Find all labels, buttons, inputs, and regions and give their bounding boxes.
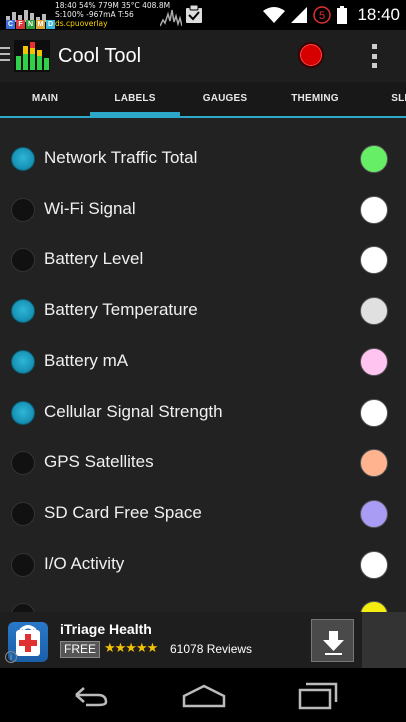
overlay-letter: N <box>26 20 35 29</box>
list-item-label: Network Traffic Total <box>44 148 198 167</box>
home-icon[interactable] <box>180 678 228 712</box>
record-button[interactable] <box>298 42 324 68</box>
color-swatch[interactable] <box>360 297 388 326</box>
action-bar: Cool Tool <box>0 30 406 82</box>
ad-rating-stars: ★★★★★ <box>104 640 158 655</box>
list-item[interactable]: Battery Temperature <box>0 286 406 337</box>
tab-theming[interactable]: THEMING <box>270 82 360 116</box>
color-swatch[interactable] <box>360 347 388 376</box>
tab-slid[interactable]: SLID <box>358 82 406 116</box>
download-arrow-icon <box>323 631 344 655</box>
equalizer-icon[interactable] <box>14 40 50 72</box>
enable-toggle-radio[interactable] <box>11 147 35 171</box>
download-button[interactable] <box>311 619 354 662</box>
list-item[interactable]: I/O Activity <box>0 540 406 591</box>
enable-toggle-radio[interactable] <box>11 197 35 222</box>
tab-gauges[interactable]: GAUGES <box>180 82 270 116</box>
notification-badge-count: 5 <box>319 10 325 22</box>
activity-graph-icon <box>160 9 182 27</box>
app-title: Cool Tool <box>58 45 142 67</box>
color-swatch[interactable] <box>360 195 388 224</box>
status-clock: 18:40 <box>357 5 400 24</box>
list-item[interactable]: Wi-Fi Signal <box>0 185 406 236</box>
overlay-letter: M <box>36 20 45 29</box>
enable-toggle-radio[interactable] <box>11 400 35 425</box>
list-item[interactable]: Battery mA <box>0 337 406 388</box>
back-icon[interactable] <box>66 678 114 712</box>
wifi-icon <box>263 7 286 23</box>
list-item[interactable]: GPS Satellites <box>0 438 406 489</box>
list-item[interactable]: Cellular Signal Strength <box>0 388 406 439</box>
enable-toggle-radio[interactable] <box>11 451 35 476</box>
enable-toggle-radio[interactable] <box>11 299 35 324</box>
tab-bar: MAINLABELSGAUGESTHEMINGSLID <box>0 82 406 118</box>
overlay-indicator-letters: CFNMD <box>6 20 55 29</box>
color-swatch[interactable] <box>360 145 388 173</box>
list-item-label: Cellular Signal Strength <box>44 401 223 421</box>
status-bar: CFNMD 18:40 54% 779M 35°C 408.8M S:100% … <box>0 0 406 30</box>
ad-price-badge: FREE <box>60 641 101 658</box>
cpu-overlay-line-1: 18:40 54% 779M 35°C 408.8M <box>55 1 171 10</box>
list-item-label: Battery Temperature <box>44 300 198 320</box>
list-item-label: SD Card Free Space <box>44 502 202 522</box>
list-item[interactable]: Network Traffic Total <box>0 134 406 185</box>
cpu-overlay-line-3: ds.cpuoverlay <box>55 19 108 28</box>
ad-info-icon[interactable]: i <box>5 651 17 663</box>
recents-icon[interactable] <box>294 678 342 712</box>
clipboard-check-icon <box>186 4 202 23</box>
overlay-letter: D <box>46 20 55 29</box>
color-swatch[interactable] <box>360 246 388 275</box>
list-item-label: Battery Level <box>44 249 144 269</box>
battery-icon <box>337 6 348 24</box>
cpu-overlay-readout: 18:40 54% 779M 35°C 408.8M S:100% -967mA… <box>55 1 170 28</box>
ad-title: iTriage Health <box>60 621 152 637</box>
list-item[interactable]: SD Card Free Space <box>0 489 406 540</box>
cpu-overlay-line-2: S:100% -967mA T:56 <box>55 10 134 19</box>
cell-signal-icon <box>291 7 308 23</box>
enable-toggle-radio[interactable] <box>11 501 35 526</box>
list-item-label: GPS Satellites <box>44 452 154 472</box>
enable-toggle-radio[interactable] <box>11 552 35 577</box>
ad-review-count: 61078 Reviews <box>170 642 253 656</box>
list-item[interactable]: Battery Level <box>0 235 406 286</box>
color-swatch <box>360 601 388 612</box>
enable-toggle-radio[interactable] <box>11 349 35 374</box>
enable-toggle-radio[interactable] <box>11 248 35 273</box>
color-swatch[interactable] <box>360 449 388 478</box>
tab-labels[interactable]: LABELS <box>90 82 180 116</box>
ad-banner[interactable]: iTriage Health FREE ★★★★★ 61078 Reviews … <box>0 612 406 668</box>
list-item-partial-top <box>0 118 406 127</box>
list-item-partial-bottom <box>0 590 406 612</box>
overlay-letter: F <box>16 20 25 29</box>
list-item-label: Wi-Fi Signal <box>44 198 136 218</box>
labels-list: Network Traffic Total Wi-Fi Signal Battery… <box>0 118 406 612</box>
color-swatch[interactable] <box>360 550 388 579</box>
list-item-label: Battery mA <box>44 350 129 370</box>
notification-badge-icon: 5 <box>313 6 332 24</box>
color-swatch[interactable] <box>360 499 388 528</box>
list-item-label: I/O Activity <box>44 553 125 573</box>
menu-icon[interactable] <box>0 47 10 63</box>
color-swatch[interactable] <box>360 398 388 427</box>
overlay-letter: C <box>6 20 15 29</box>
tab-main[interactable]: MAIN <box>0 82 90 116</box>
overflow-menu-icon[interactable] <box>366 42 382 70</box>
navigation-bar <box>0 668 406 722</box>
